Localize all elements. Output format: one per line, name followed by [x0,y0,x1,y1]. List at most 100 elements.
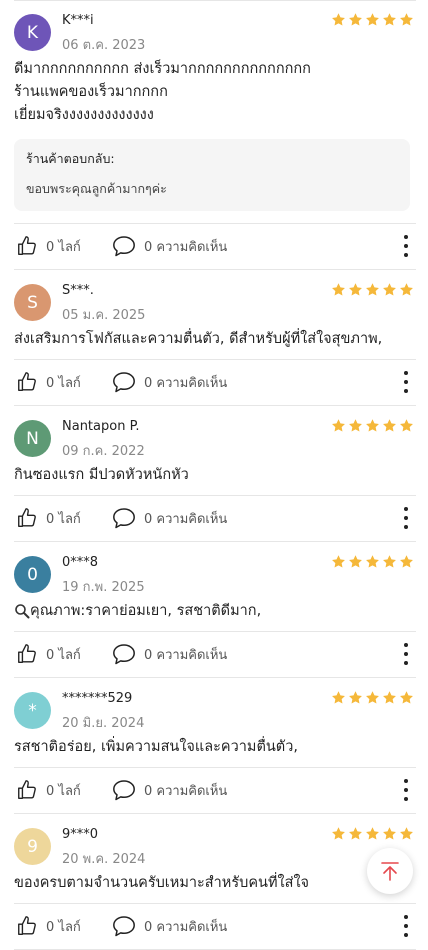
comment-line: กินซองแรก มีปวดหัวหนักหัว [14,467,189,483]
comment-bubble-icon [113,644,135,665]
star-icon [400,13,413,26]
star-icon [366,283,379,296]
dot [404,516,408,520]
review-date: 06 ต.ค. 2023 [62,38,146,53]
more-options-button[interactable] [402,779,410,801]
star-icon [332,283,345,296]
review-item: 0 0***8 19 ก.พ. 2025 คุณภาพ:ราคาย่อมเยา,… [14,542,416,678]
dot [404,389,408,393]
star-icon [366,691,379,704]
review-actions: 0 ไลก์ 0 ความคิดเห็น [14,903,416,949]
reviewer-name: *******529 [62,691,133,706]
comment-button[interactable]: 0 ความคิดเห็น [112,507,227,529]
review-actions: 0 ไลก์ 0 ความคิดเห็น [14,767,416,813]
comment-line: รสชาติอร่อย, เพิ่มความสนใจและความตื่นตัว… [14,739,298,755]
avatar[interactable]: N [14,420,51,457]
comment-count: 0 ความคิดเห็น [144,783,228,799]
comment-button[interactable]: 0 ความคิดเห็น [112,371,227,393]
star-icon [349,827,362,840]
comment-count: 0 ความคิดเห็น [144,239,228,255]
comment-button[interactable]: 0 ความคิดเห็น [112,235,227,257]
star-rating [331,282,414,297]
like-button[interactable]: 0 ไลก์ [16,915,81,937]
avatar[interactable]: * [14,692,51,729]
like-count: 0 ไลก์ [46,919,81,935]
dot [404,652,408,656]
more-options-button[interactable] [402,915,410,937]
avatar[interactable]: S [14,284,51,321]
divider [14,223,416,224]
dot [404,933,408,937]
dot [404,788,408,792]
dot [404,915,408,919]
reviewer-name: K***i [62,13,94,28]
back-to-top-button[interactable] [367,848,413,894]
star-icon [366,13,379,26]
like-count: 0 ไลก์ [46,783,81,799]
comment-line: ส่งเสริมการโฟกัสและความตื่นตัว, ดีสำหรับ… [14,331,383,347]
comment-line: ของครบตามจำนวนครับเหมาะสำหรับคนที่ใส่ใจ [14,875,310,891]
dot [404,643,408,647]
review-date: 09 ก.ค. 2022 [62,444,145,459]
comment-button[interactable]: 0 ความคิดเห็น [112,915,227,937]
star-icon [383,827,396,840]
reviewer-name: S***. [62,283,94,298]
star-icon [366,419,379,432]
review-item: * *******529 20 มิ.ย. 2024 รสชาติอร่อย, … [14,678,416,814]
seller-reply: ร้านค้าตอบกลับ: ขอบพระคุณลูกค้ามากๆค่ะ [14,139,410,211]
star-icon [349,13,362,26]
star-rating [331,554,414,569]
review-date: 20 พ.ค. 2024 [62,852,146,867]
dot [404,235,408,239]
comment-bubble-icon [113,372,135,393]
comment-line: ดีมากกกกกกกกกก ส่งเร็วมากกกกกกกกกกกกกก [14,61,311,77]
thumbs-up-icon [18,372,36,391]
divider [14,359,416,360]
dot [404,924,408,928]
review-header: * *******529 20 มิ.ย. 2024 [14,678,416,731]
more-options-button[interactable] [402,371,410,393]
like-count: 0 ไลก์ [46,239,81,255]
avatar[interactable]: 0 [14,556,51,593]
comment-count: 0 ความคิดเห็น [144,375,228,391]
star-icon [400,283,413,296]
more-options-button[interactable] [402,507,410,529]
review-list: K K***i 06 ต.ค. 2023 ดีมากกกกกกกกกก ส่งเ… [0,0,428,950]
review-header: S S***. 05 ม.ค. 2025 [14,270,416,323]
comment-line: คุณภาพ:ราคาย่อมเยา, รสชาติดีมาก, [14,600,416,623]
like-button[interactable]: 0 ไลก์ [16,643,81,665]
review-header: N Nantapon P. 09 ก.ค. 2022 [14,406,416,459]
like-button[interactable]: 0 ไลก์ [16,779,81,801]
dot [404,797,408,801]
star-icon [383,691,396,704]
comment-line: เยี่ยมจริงงงงงงงงงงงงง [14,107,154,123]
reviewer-name: 0***8 [62,555,99,570]
review-actions: 0 ไลก์ 0 ความคิดเห็น [14,495,416,541]
comment-count: 0 ความคิดเห็น [144,919,228,935]
review-item: S S***. 05 ม.ค. 2025 ส่งเสริมการโฟกัสและ… [14,270,416,406]
dot [404,525,408,529]
avatar[interactable]: 9 [14,828,51,865]
like-count: 0 ไลก์ [46,375,81,391]
like-button[interactable]: 0 ไลก์ [16,371,81,393]
comment-bubble-icon [113,236,135,257]
review-date: 19 ก.พ. 2025 [62,580,145,595]
review-header: 0 0***8 19 ก.พ. 2025 [14,542,416,595]
more-options-button[interactable] [402,235,410,257]
comment-button[interactable]: 0 ความคิดเห็น [112,779,227,801]
like-button[interactable]: 0 ไลก์ [16,235,81,257]
more-options-button[interactable] [402,643,410,665]
comment-line: ร้านแพคของเร็วมากกกก [14,84,168,100]
star-icon [366,827,379,840]
arrow-up-to-top-icon [381,862,399,881]
reviewer-name: Nantapon P. [62,419,140,434]
avatar[interactable]: K [14,14,51,51]
like-button[interactable]: 0 ไลก์ [16,507,81,529]
like-count: 0 ไลก์ [46,511,81,527]
review-item: N Nantapon P. 09 ก.ค. 2022 กินซองแรก มีป… [14,406,416,542]
dot [404,244,408,248]
comment-button[interactable]: 0 ความคิดเห็น [112,643,227,665]
star-icon [400,419,413,432]
thumbs-up-icon [18,236,36,255]
reviewer-name: 9***0 [62,827,99,842]
